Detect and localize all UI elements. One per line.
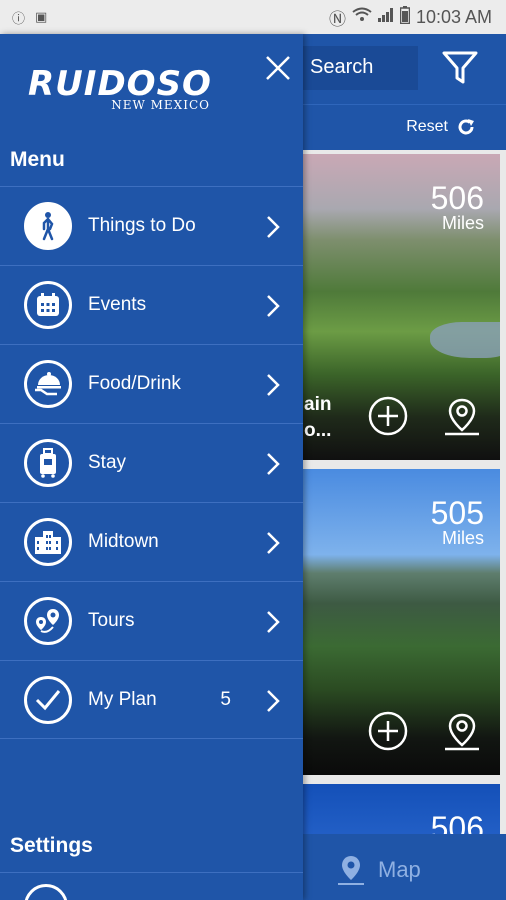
chevron-right-icon: [267, 216, 280, 238]
ruidoso-logo: RUIDOSO NEW MEXICO: [28, 64, 212, 112]
chevron-right-icon: [267, 374, 280, 396]
person-walking-icon: [24, 202, 72, 250]
card-image: [430, 322, 500, 358]
checkmark-icon: [24, 675, 72, 724]
distance-badge: 506 Miles: [430, 180, 484, 233]
nfc-icon: Ⓝ: [328, 9, 346, 30]
map-button[interactable]: Map: [336, 854, 421, 886]
menu-item-my-plan[interactable]: My Plan 5: [0, 660, 303, 739]
menu-item-events[interactable]: Events: [0, 265, 303, 344]
status-bar: ⓘ ▣ Ⓝ 10:03 AM: [0, 0, 506, 34]
navigation-drawer: RUIDOSO NEW MEXICO Menu Things to Do Eve…: [0, 34, 303, 900]
chevron-right-icon: [267, 611, 280, 633]
map-label: Map: [378, 857, 421, 882]
card-title: ain o...: [304, 394, 332, 441]
map-pin-icon[interactable]: [442, 396, 482, 438]
image-icon: ▣: [35, 9, 48, 25]
map-pin-icon: [338, 856, 364, 885]
reset-button[interactable]: Reset: [406, 117, 476, 137]
menu-heading: Menu: [10, 148, 65, 171]
map-pins-icon: [24, 597, 72, 645]
settings-heading: Settings: [10, 834, 93, 857]
divider: [0, 872, 303, 873]
battery-icon: [399, 5, 411, 29]
filter-icon: [442, 51, 478, 84]
reset-label: Reset: [406, 118, 448, 135]
location-setting-icon[interactable]: [24, 884, 68, 900]
menu-item-things-to-do[interactable]: Things to Do: [0, 186, 303, 265]
luggage-icon: [24, 439, 72, 487]
chevron-right-icon: [267, 690, 280, 712]
distance-badge: 505 Miles: [430, 495, 484, 548]
plan-count-badge: 5: [220, 688, 231, 710]
chevron-right-icon: [267, 453, 280, 475]
signal-icon: [377, 7, 394, 27]
chevron-right-icon: [267, 295, 280, 317]
close-icon: [266, 56, 290, 80]
add-icon[interactable]: [368, 396, 408, 436]
status-time: 10:03 AM: [415, 6, 492, 27]
refresh-icon: [458, 119, 474, 135]
calendar-icon: [24, 281, 72, 329]
menu-item-stay[interactable]: Stay: [0, 423, 303, 502]
menu-item-midtown[interactable]: Midtown: [0, 502, 303, 581]
building-icon: [24, 518, 72, 566]
menu-item-food-drink[interactable]: Food/Drink: [0, 344, 303, 423]
wifi-icon: [352, 7, 372, 28]
search-input[interactable]: Search: [300, 46, 418, 90]
add-icon[interactable]: [368, 711, 408, 751]
menu-list: Things to Do Events Food/Drink Stay Midt…: [0, 186, 303, 739]
map-pin-icon[interactable]: [442, 711, 482, 753]
close-button[interactable]: [262, 52, 294, 84]
menu-item-tours[interactable]: Tours: [0, 581, 303, 660]
food-cloche-icon: [24, 360, 72, 408]
chevron-right-icon: [267, 532, 280, 554]
filter-button[interactable]: [440, 48, 486, 90]
info-icon: ⓘ: [12, 11, 26, 27]
